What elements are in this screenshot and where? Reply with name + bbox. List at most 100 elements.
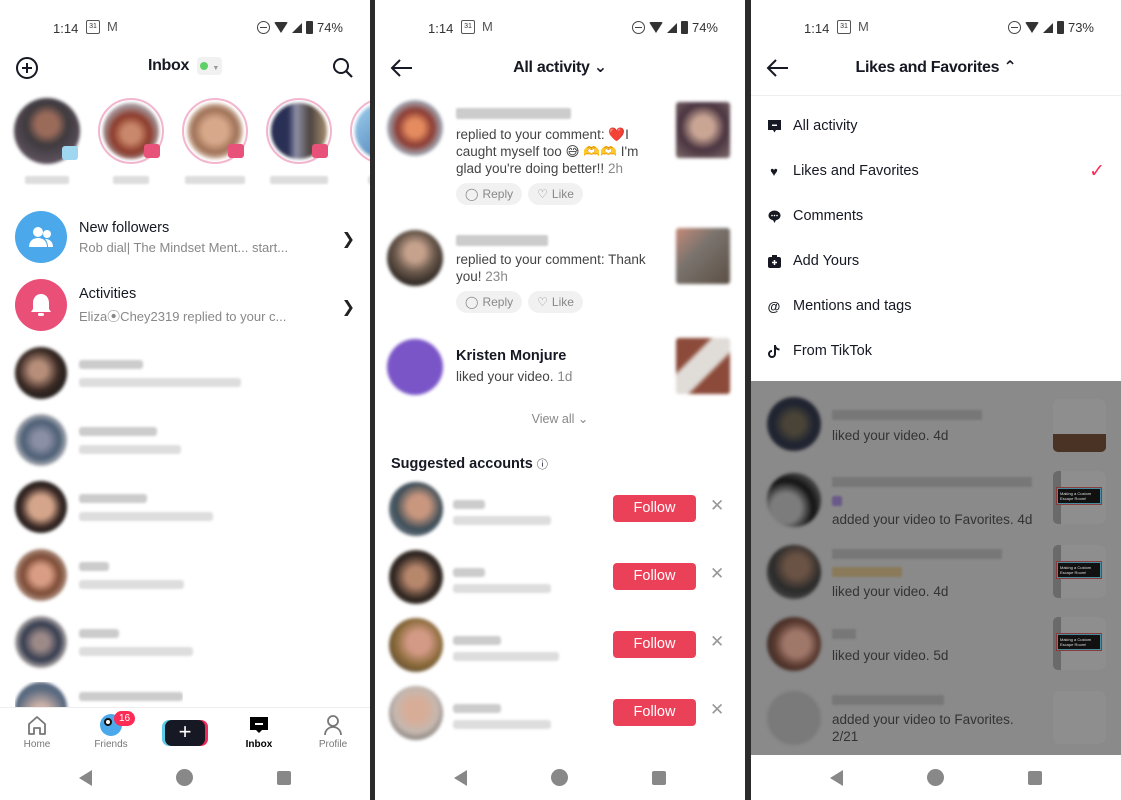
reply-button[interactable]: ◯ Reply (456, 183, 523, 205)
activity-time: 4d (933, 584, 949, 599)
activity-text: liked your video. (832, 428, 930, 443)
message-row[interactable] (15, 411, 181, 469)
story-item[interactable] (350, 98, 370, 184)
blurred-preview (79, 444, 181, 454)
tab-inbox[interactable]: Inbox (229, 708, 289, 755)
avatar (355, 103, 370, 159)
message-row[interactable] (15, 478, 213, 536)
add-yours-icon (767, 254, 781, 268)
filter-mentions-and-tags[interactable]: @ Mentions and tags (767, 291, 1105, 321)
story-name-blurred (113, 176, 149, 184)
battery-icon (680, 21, 688, 34)
activity-text: liked your video. (832, 584, 930, 599)
blurred-name (79, 493, 147, 503)
blurred-username (456, 108, 571, 119)
filter-comments[interactable]: Comments (767, 201, 1105, 231)
thumbnail-caption: Making a Custom Escape Room! (1056, 633, 1102, 651)
follow-button[interactable]: Follow (613, 631, 696, 658)
avatar[interactable] (387, 100, 443, 156)
message-row[interactable] (15, 546, 184, 604)
dimmed-activity-list[interactable]: liked your video. 4d added your video to… (751, 381, 1121, 755)
nav-back-button[interactable] (79, 769, 92, 786)
story-item[interactable] (98, 98, 164, 184)
activity-username[interactable]: Kristen Monjure (456, 348, 566, 364)
avatar[interactable] (389, 686, 443, 740)
message-icon (767, 119, 781, 133)
video-thumbnail[interactable] (676, 102, 730, 158)
like-button[interactable]: ♡ Like (528, 291, 583, 313)
filter-add-yours[interactable]: Add Yours (767, 246, 1105, 276)
activity-filter-dropdown[interactable]: All activity ⌄ (375, 57, 745, 77)
info-icon[interactable]: ⓘ (537, 459, 548, 471)
tab-profile[interactable]: Profile (303, 708, 363, 755)
tab-friends[interactable]: 16 Friends (81, 708, 141, 755)
at-icon: @ (767, 298, 781, 314)
blurred-username (832, 629, 856, 639)
suggested-account-row: Follow ✕ (375, 482, 745, 538)
story-item[interactable] (14, 98, 80, 184)
follow-button[interactable]: Follow (613, 495, 696, 522)
video-thumbnail: Making a Custom Escape Room! (1053, 617, 1106, 670)
system-nav-bar (751, 755, 1121, 800)
bottom-tab-bar: Home 16 Friends + Inbox Profile (0, 707, 370, 755)
avatar[interactable] (389, 550, 443, 604)
avatar (15, 549, 67, 601)
avatar (15, 481, 67, 533)
filter-from-tiktok[interactable]: From TikTok (767, 336, 1105, 366)
like-label: Like (551, 187, 574, 201)
nav-recents-button[interactable] (652, 770, 666, 785)
nav-home-button[interactable] (551, 769, 568, 786)
view-all-button[interactable]: View all ⌄ (375, 411, 745, 426)
inbox-icon (250, 717, 268, 733)
online-dot-icon (200, 62, 209, 70)
avatar (767, 617, 821, 671)
message-row[interactable] (15, 613, 193, 671)
nav-home-button[interactable] (927, 769, 944, 786)
new-followers-row[interactable]: New followers Rob dial| The Mindset Ment… (15, 209, 370, 265)
follow-button[interactable]: Follow (613, 563, 696, 590)
blurred-username (832, 477, 1032, 487)
dismiss-icon[interactable]: ✕ (710, 564, 724, 584)
nav-back-button[interactable] (454, 769, 467, 786)
message-row[interactable] (15, 682, 183, 708)
avatar[interactable] (387, 339, 443, 395)
activities-row[interactable]: Activities Eliza⦿Chey2319 replied to you… (15, 277, 370, 333)
battery-icon (1056, 21, 1064, 34)
nav-recents-button[interactable] (1028, 770, 1042, 785)
tab-label: Home (23, 739, 51, 750)
like-button[interactable]: ♡ Like (528, 183, 583, 205)
search-button[interactable] (330, 55, 356, 81)
dismiss-icon[interactable]: ✕ (710, 496, 724, 516)
activity-time: 2h (607, 161, 623, 176)
avatar[interactable] (389, 618, 443, 672)
message-row[interactable] (15, 344, 241, 402)
wifi-icon (648, 22, 663, 33)
filter-all-activity[interactable]: All activity (767, 111, 1105, 141)
do-not-disturb-icon (1007, 21, 1021, 34)
tab-home[interactable]: Home (7, 708, 67, 755)
dismiss-icon[interactable]: ✕ (710, 700, 724, 720)
blurred-preview (79, 579, 184, 589)
avatar[interactable] (387, 230, 443, 286)
menu-label: Add Yours (793, 253, 860, 269)
video-thumbnail[interactable] (676, 338, 730, 394)
nav-recents-button[interactable] (277, 770, 291, 785)
activity-filter-dropdown[interactable]: Likes and Favorites ⌃ (751, 57, 1121, 77)
video-thumbnail[interactable] (676, 228, 730, 284)
filter-likes-and-favorites[interactable]: ♥ Likes and Favorites ✓ (767, 156, 1105, 186)
story-item[interactable] (266, 98, 332, 184)
dismiss-icon[interactable]: ✕ (710, 632, 724, 652)
status-time: 1:14 (428, 21, 454, 36)
create-button[interactable]: + (165, 720, 205, 746)
nav-back-button[interactable] (830, 769, 843, 786)
reply-button[interactable]: ◯ Reply (456, 291, 523, 313)
follow-button[interactable]: Follow (613, 699, 696, 726)
avatar[interactable] (389, 482, 443, 536)
activity-time: 2/21 (832, 729, 859, 744)
story-item[interactable] (182, 98, 248, 184)
online-status-toggle[interactable]: ▼ (197, 57, 223, 75)
create-tab[interactable]: + (155, 708, 215, 755)
blurred-name (79, 628, 119, 638)
suggested-account-row: Follow ✕ (375, 686, 745, 742)
nav-home-button[interactable] (176, 769, 193, 786)
